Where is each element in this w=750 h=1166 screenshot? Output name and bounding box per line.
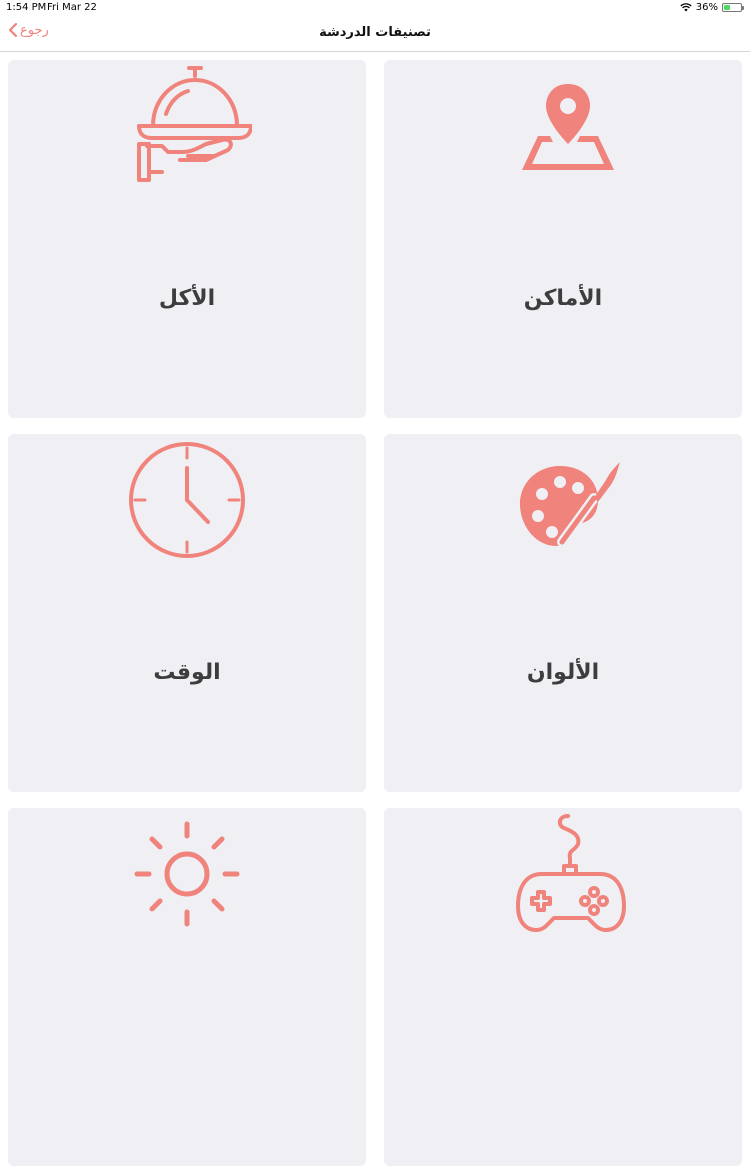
- category-card-games[interactable]: [384, 808, 742, 1166]
- category-card-places[interactable]: الأماكن: [384, 60, 742, 418]
- category-card-time[interactable]: الوقت: [8, 434, 366, 792]
- palette-icon: [520, 462, 620, 547]
- gamepad-icon: [516, 814, 626, 932]
- category-card-food[interactable]: الأكل: [8, 60, 366, 418]
- status-bar: 1:54 PM Fri Mar 22 36%: [0, 0, 750, 16]
- status-date: Fri Mar 22: [47, 2, 97, 13]
- map-pin-icon: [522, 84, 614, 170]
- navigation-bar: رجوع تصنيفات الدردشة: [0, 16, 750, 52]
- wifi-icon: [680, 3, 692, 12]
- sun-icon: [134, 821, 240, 927]
- category-label-time: الوقت: [153, 660, 221, 685]
- battery-icon: [722, 3, 744, 12]
- category-label-food: الأكل: [158, 286, 216, 311]
- battery-percent: 36%: [695, 2, 718, 13]
- page-title: تصنيفات الدردشة: [319, 25, 431, 40]
- clock-icon: [129, 442, 245, 558]
- category-label-places: الأماكن: [523, 286, 603, 311]
- category-card-colors[interactable]: الألوان: [384, 434, 742, 792]
- category-label-colors: الألوان: [526, 660, 600, 685]
- category-card-weather[interactable]: [8, 808, 366, 1166]
- food-serving-icon: [137, 66, 252, 182]
- status-right: 36%: [680, 2, 744, 13]
- status-time: 1:54 PM: [6, 2, 47, 13]
- categories-grid: الأماكن الأكل الألوان الوقت: [0, 52, 750, 1166]
